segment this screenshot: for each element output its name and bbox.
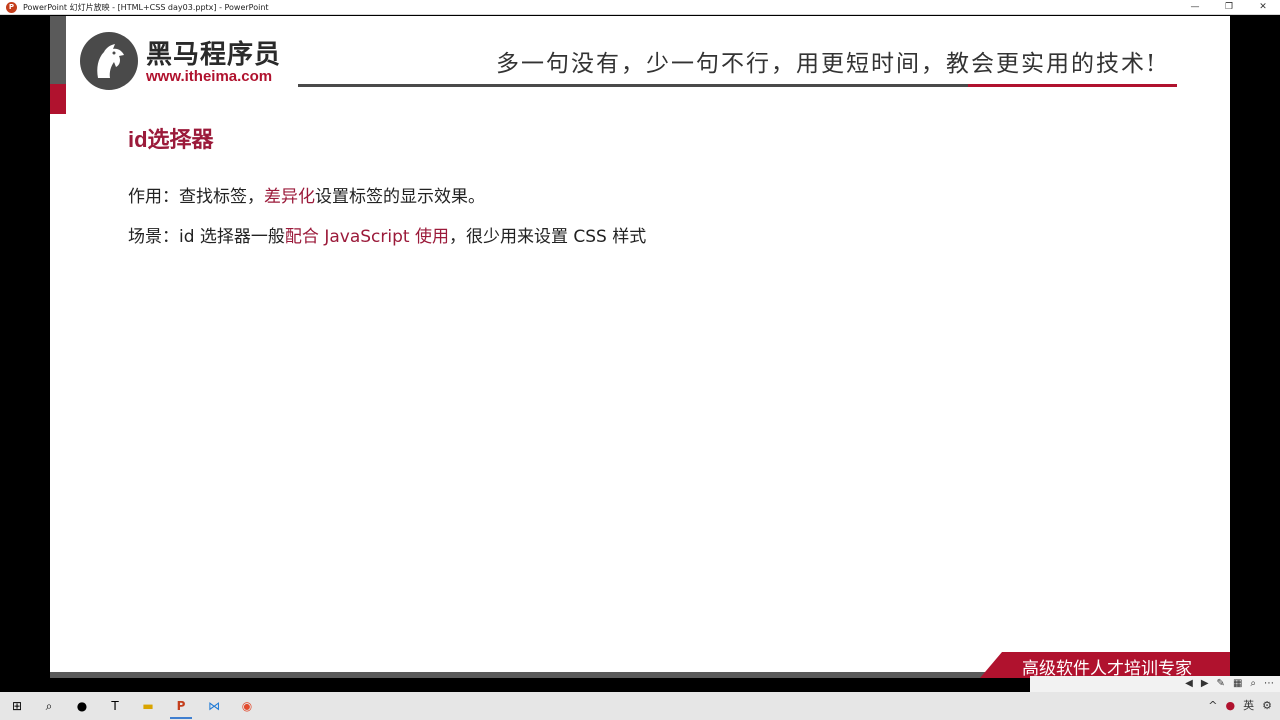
logo-brand-name: 黑马程序员 xyxy=(146,40,282,70)
slide-slogan: 多一句没有，少一句不行，用更短时间，教会更实用的技术! xyxy=(496,51,1158,77)
letterbox-right xyxy=(1230,16,1280,678)
search-icon[interactable]: ⌕ xyxy=(38,696,60,716)
windows-taskbar: ⊞ ⌕ ● T ▬ P ⋈ ◉ ^ ● 英 ⚙ xyxy=(0,692,1280,720)
powerpoint-app-icon: P xyxy=(6,1,17,13)
purpose-highlight: 差异化 xyxy=(264,187,315,207)
settings-gear-icon[interactable]: ⚙ xyxy=(1262,696,1272,716)
logo-brand-url: www.itheima.com xyxy=(146,68,273,85)
zoom-icon[interactable]: ⌕ xyxy=(1250,676,1256,692)
input-method-icon[interactable]: 英 xyxy=(1243,696,1254,716)
restore-button[interactable]: ❐ xyxy=(1212,0,1246,15)
taskbar-app-vscode-icon[interactable]: ⋈ xyxy=(203,696,225,716)
slide-heading: id选择器 xyxy=(128,127,214,152)
slideshow-toolbar: ◀ ▶ ✎ ▦ ⌕ ⋯ xyxy=(1030,676,1280,692)
next-slide-icon[interactable]: ▶ xyxy=(1201,676,1209,692)
slide-line-scenario: 场景：id 选择器一般配合 JavaScript 使用，很少用来设置 CSS 样… xyxy=(128,222,646,247)
minimize-button[interactable]: — xyxy=(1178,0,1212,15)
all-slides-icon[interactable]: ▦ xyxy=(1233,676,1242,692)
close-button[interactable]: ✕ xyxy=(1246,0,1280,15)
purpose-rest: 设置标签的显示效果。 xyxy=(315,187,485,207)
window-controls: — ❐ ✕ xyxy=(1178,0,1280,15)
scenario-rest: ，很少用来设置 CSS 样式 xyxy=(448,227,647,247)
windows-start-icon[interactable]: ⊞ xyxy=(6,696,28,716)
pen-icon[interactable]: ✎ xyxy=(1217,676,1225,692)
window-titlebar: P PowerPoint 幻灯片放映 - [HTML+CSS day03.ppt… xyxy=(0,0,1280,15)
system-tray: ^ ● 英 ⚙ xyxy=(1208,696,1272,716)
header-divider-accent xyxy=(968,84,1177,87)
slide-decor-red-bar xyxy=(50,84,66,114)
taskbar-app-file-explorer-icon[interactable]: ▬ xyxy=(137,696,159,716)
slide-decor-gray-bar xyxy=(50,16,66,84)
slide-footer-banner-text: 高级软件人才培训专家 xyxy=(1022,659,1192,678)
slide-canvas[interactable]: 黑马程序员 www.itheima.com 多一句没有，少一句不行，用更短时间，… xyxy=(50,16,1230,678)
window-title: PowerPoint 幻灯片放映 - [HTML+CSS day03.pptx]… xyxy=(23,2,269,12)
tray-expand-icon[interactable]: ^ xyxy=(1208,696,1217,716)
taskbar-app-typora-icon[interactable]: T xyxy=(104,696,126,716)
taskbar-app-powerpoint-icon[interactable]: P xyxy=(170,696,192,716)
letterbox-left xyxy=(0,16,50,678)
previous-slide-icon[interactable]: ◀ xyxy=(1185,676,1193,692)
purpose-label: 作用：查找标签， xyxy=(128,187,264,207)
scenario-highlight: 配合 JavaScript 使用 xyxy=(284,227,449,247)
tray-app-icon[interactable]: ● xyxy=(1226,696,1236,716)
horse-head-icon xyxy=(97,44,124,78)
itheima-logo: 黑马程序员 www.itheima.com xyxy=(80,30,320,92)
taskbar-app-chrome-icon[interactable]: ◉ xyxy=(236,696,258,716)
horse-logo-icon xyxy=(80,32,138,90)
more-options-icon[interactable]: ⋯ xyxy=(1264,676,1274,692)
header-divider xyxy=(298,84,968,87)
taskbar-active-indicator xyxy=(170,717,192,719)
scenario-label: 场景：id 选择器一般 xyxy=(128,227,285,247)
slide-line-purpose: 作用：查找标签，差异化设置标签的显示效果。 xyxy=(128,182,485,207)
taskbar-app-browser-icon[interactable]: ● xyxy=(71,696,93,716)
